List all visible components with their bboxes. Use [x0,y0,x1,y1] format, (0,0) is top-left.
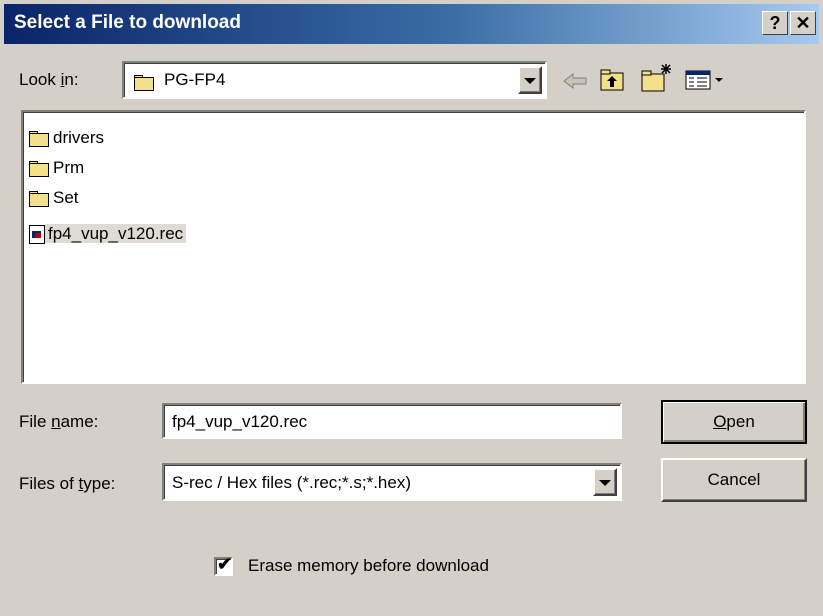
file-type-dropdown-button[interactable] [593,468,617,496]
chevron-down-icon [599,480,611,486]
chevron-down-icon [524,78,536,84]
folder-icon [29,190,51,207]
file-name-input[interactable]: fp4_vup_v120.rec [162,403,622,439]
list-item-folder[interactable]: drivers [29,124,104,152]
look-in-combo[interactable]: PG-FP4 [122,61,547,99]
list-item-file-selected[interactable]: fp4_vup_v120.rec [29,220,187,248]
new-folder-icon[interactable] [640,62,674,94]
close-button[interactable]: ✕ [790,11,816,35]
list-item-folder[interactable]: Set [29,184,79,212]
look-in-dropdown-button[interactable] [518,66,542,94]
file-name-label: File name: [19,412,99,431]
erase-memory-label[interactable]: Erase memory before download [248,556,489,576]
file-type-select[interactable]: S-rec / Hex files (*.rec;*.s;*.hex) [162,463,622,501]
title-bar[interactable]: Select a File to download ? ✕ [4,4,819,44]
view-menu-icon[interactable] [684,66,728,94]
up-folder-icon[interactable] [598,66,626,94]
open-button[interactable]: Open [661,400,807,444]
file-type-label: Files of type: [19,474,116,493]
check-icon: ✔ [217,554,233,574]
look-in-label: Look in: [19,70,79,89]
list-item-folder[interactable]: Prm [29,154,84,182]
dialog-title: Select a File to download [14,12,241,33]
folder-icon [29,130,51,147]
folder-icon [29,160,51,177]
file-dialog: Select a File to download ? ✕ Look in: P… [0,0,823,616]
look-in-value: PG-FP4 [164,70,226,89]
file-list[interactable]: drivers Prm Set fp4_vup_v120.rec [21,110,806,384]
rec-file-icon [29,225,45,245]
folder-open-icon [134,72,156,92]
help-button[interactable]: ? [762,11,788,35]
back-arrow-icon[interactable] [562,70,590,92]
erase-memory-checkbox[interactable]: ✔ [214,554,233,576]
cancel-button[interactable]: Cancel [661,458,807,502]
